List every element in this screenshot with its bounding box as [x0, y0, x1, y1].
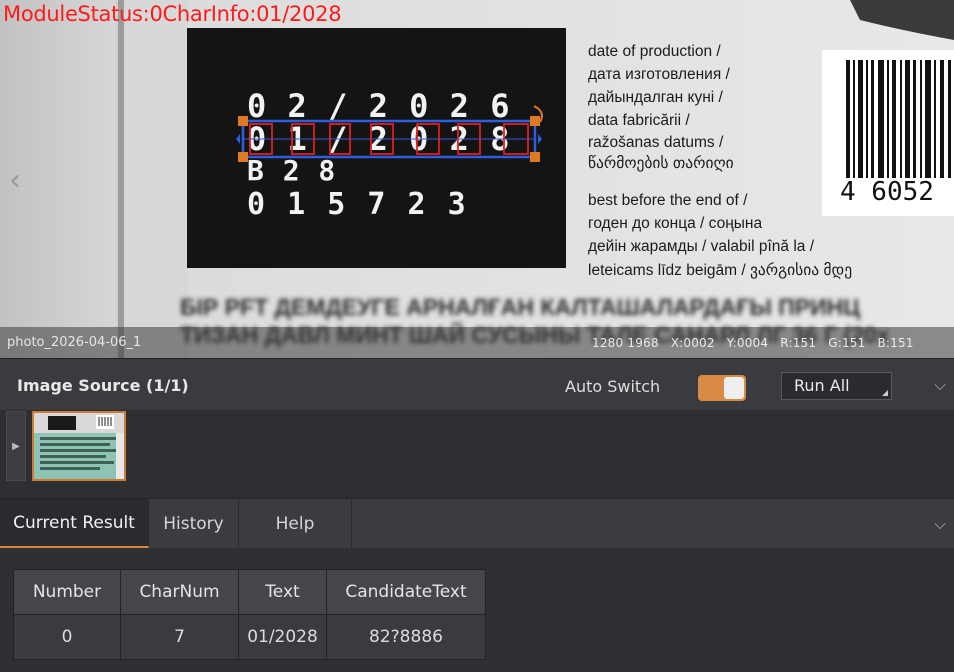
tab-help[interactable]: Help [239, 499, 352, 548]
cell-number: 0 [13, 614, 121, 660]
triangle-right-icon[interactable]: ▶ [6, 411, 26, 481]
dropdown-corner-icon [882, 390, 888, 396]
table-row[interactable]: 0 7 01/2028 82?8886 [13, 614, 486, 660]
column-header-candidatetext[interactable]: CandidateText [326, 569, 486, 615]
column-header-text[interactable]: Text [238, 569, 327, 615]
cursor-y: Y:0004 [726, 336, 769, 350]
svg-text:БІР PFT ДЕМДЕУГЕ АРНАЛҒАН КАЛТ: БІР PFT ДЕМДЕУГЕ АРНАЛҒАН КАЛТАШАЛАРДАҒЫ… [180, 294, 860, 320]
svg-text:B 2 8: B 2 8 [247, 154, 336, 187]
run-all-dropdown[interactable]: Run All [781, 372, 892, 400]
svg-text:leteicams līdz beigām / ვარგის: leteicams līdz beigām / ვარგისია მდე [588, 261, 852, 279]
cell-charnum: 7 [120, 614, 239, 660]
product-photo: 4 6052 0 2 / 2 0 2 6 0 1 / 2 0 2 8 B 2 8… [0, 0, 954, 358]
cell-text: 01/2028 [238, 614, 327, 660]
svg-text:best before the end of /: best before the end of / [588, 192, 748, 209]
chevron-left-icon[interactable]: ‹ [2, 158, 28, 202]
cell-candidatetext: 82?8886 [326, 614, 486, 660]
auto-switch-toggle[interactable] [698, 375, 746, 401]
pixel-b: B:151 [877, 336, 914, 350]
toggle-knob [724, 377, 744, 399]
module-status-overlay: ModuleStatus:0CharInfo:01/2028 [3, 2, 342, 26]
svg-text:4 6052: 4 6052 [840, 177, 934, 207]
column-header-charnum[interactable]: CharNum [120, 569, 239, 615]
pixel-info: 1280 1968 X:0002 Y:0004 R:151 G:151 B:15… [592, 336, 922, 350]
image-size: 1280 1968 [592, 336, 659, 350]
chevron-down-icon[interactable]: ⌵ [928, 372, 952, 398]
chevron-down-icon[interactable]: ⌵ [928, 512, 952, 536]
image-source-title: Image Source (1/1) [17, 376, 189, 395]
image-thumbnail[interactable] [32, 411, 126, 481]
run-all-label: Run All [794, 376, 850, 395]
tab-current-result[interactable]: Current Result [0, 499, 149, 548]
image-viewer[interactable]: 4 6052 0 2 / 2 0 2 6 0 1 / 2 0 2 8 B 2 8… [0, 0, 954, 358]
table-header-row: Number CharNum Text CandidateText [13, 569, 486, 615]
svg-text:дайындалган куні /: дайындалган куні / [588, 89, 724, 106]
cursor-x: X:0002 [670, 336, 715, 350]
pixel-g: G:151 [828, 336, 866, 350]
svg-text:წარმოების თარიღი: წარმოების თარიღი [588, 154, 734, 172]
svg-text:дата изготовления /: дата изготовления / [588, 66, 731, 83]
pixel-r: R:151 [780, 336, 817, 350]
svg-text:data fabricării /: data fabricării / [588, 112, 690, 129]
svg-text:date of production /: date of production / [588, 43, 721, 60]
svg-text:0 1 5 7 2 3: 0 1 5 7 2 3 [247, 187, 468, 222]
column-header-number[interactable]: Number [13, 569, 121, 615]
svg-text:годен до конца / соңына: годен до конца / соңына [588, 215, 762, 232]
svg-text:дейін жарамды / valabil pînă l: дейін жарамды / valabil pînă la / [588, 238, 815, 255]
svg-text:ražošanas datums /: ražošanas datums / [588, 134, 724, 151]
results-table: Number CharNum Text CandidateText 0 7 01… [13, 569, 486, 660]
image-name: photo_2026-04-06_1 [7, 335, 142, 350]
auto-switch-label: Auto Switch [565, 377, 661, 396]
tab-history[interactable]: History [149, 499, 239, 548]
thumbnail-strip [0, 410, 954, 498]
